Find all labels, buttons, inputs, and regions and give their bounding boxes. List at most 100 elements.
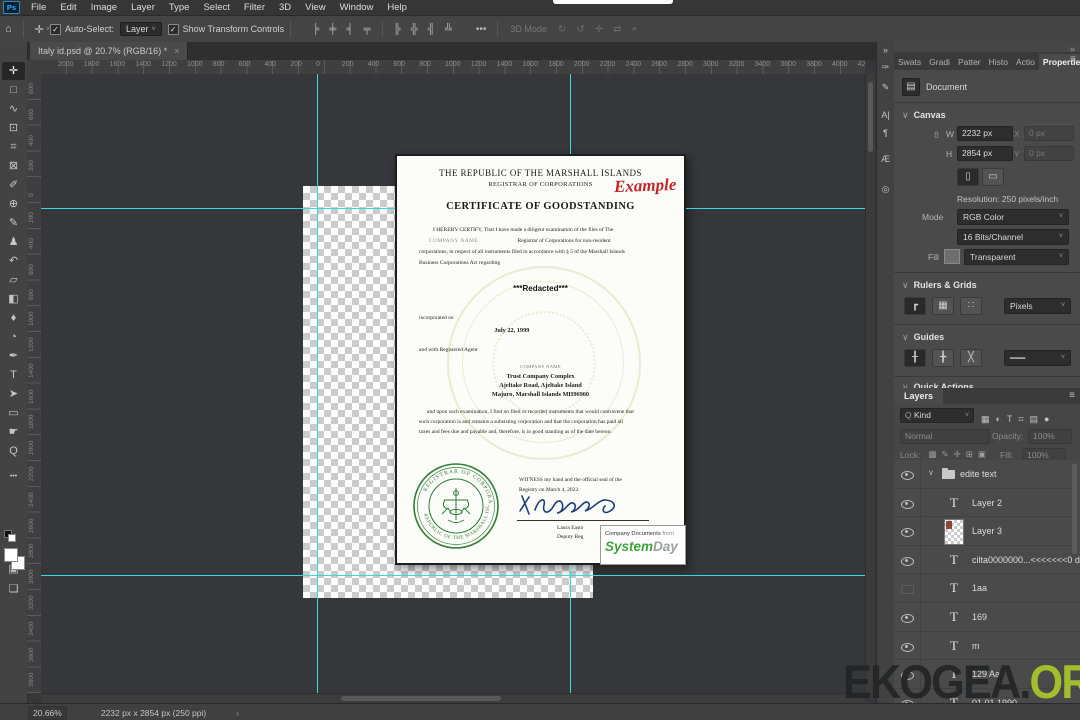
visibility-cell[interactable] bbox=[894, 460, 921, 488]
hand-tool[interactable]: ☛ bbox=[2, 423, 25, 441]
distribute-icon[interactable]: ╩ bbox=[440, 24, 457, 35]
visibility-cell[interactable] bbox=[894, 574, 921, 602]
paragraph-panel-icon[interactable]: ¶ bbox=[877, 128, 894, 138]
smart-guides-button[interactable]: ╳ bbox=[960, 349, 982, 367]
lock-icon[interactable]: ✎ bbox=[942, 449, 949, 459]
guide-horizontal[interactable] bbox=[686, 208, 865, 209]
visibility-cell[interactable] bbox=[894, 488, 921, 517]
document-tab[interactable]: Italy id.psd @ 20.7% (RGB/16) * × bbox=[30, 42, 189, 60]
tab-layers[interactable]: Layers bbox=[894, 388, 944, 404]
link-dimensions-icon[interactable]: 8 bbox=[934, 130, 939, 140]
layer-row[interactable]: Layer 3 bbox=[894, 517, 1080, 546]
align-icon[interactable]: ╪ bbox=[324, 24, 341, 35]
auto-select-target-dropdown[interactable]: Layer ˅ bbox=[120, 22, 162, 36]
eye-icon[interactable] bbox=[901, 642, 914, 652]
panel-collapse-icon[interactable]: » bbox=[877, 45, 894, 55]
auto-select-checkbox[interactable]: ✓ bbox=[49, 23, 61, 35]
eraser-tool[interactable]: ▱ bbox=[2, 271, 25, 289]
tab-swats[interactable]: Swats bbox=[894, 54, 925, 70]
toolbar-more[interactable]: ••• bbox=[2, 468, 25, 486]
canvas-width-field[interactable]: 2232 px bbox=[957, 126, 1013, 141]
tab-histo[interactable]: Histo bbox=[985, 54, 1012, 70]
default-colors-icon[interactable] bbox=[8, 534, 16, 542]
canvas-height-field[interactable]: 2854 px bbox=[957, 146, 1013, 161]
align-icon[interactable]: ╞ bbox=[307, 24, 324, 35]
menu-layer[interactable]: Layer bbox=[124, 2, 162, 13]
visibility-cell[interactable] bbox=[894, 631, 921, 660]
lock-icon[interactable]: ✛ bbox=[954, 449, 961, 459]
dodge-tool[interactable]: ◔ bbox=[2, 328, 25, 346]
show-transform-checkbox[interactable]: ✓ bbox=[167, 23, 179, 35]
layer-name[interactable]: Layer 2 bbox=[972, 498, 1002, 508]
layer-row[interactable]: T Layer 2 bbox=[894, 488, 1080, 518]
brush-settings-panel-icon[interactable]: ✎ bbox=[877, 82, 894, 93]
eye-icon[interactable] bbox=[901, 499, 914, 509]
blend-mode-dropdown[interactable]: Normal bbox=[900, 429, 990, 444]
layer-row[interactable]: T 01.01.1990 bbox=[894, 688, 1080, 704]
visibility-cell[interactable] bbox=[894, 517, 921, 545]
status-chevron-icon[interactable]: › bbox=[236, 708, 239, 718]
menu-view[interactable]: View bbox=[298, 2, 332, 13]
lock-icon[interactable]: ▩ bbox=[929, 449, 937, 459]
distribute-icon[interactable]: ╣ bbox=[423, 24, 440, 35]
eye-icon[interactable] bbox=[901, 613, 914, 623]
blur-tool[interactable]: ♦ bbox=[2, 309, 25, 327]
lock-icon[interactable]: ▣ bbox=[978, 449, 986, 459]
panel-menu-icon[interactable]: ≡ bbox=[1070, 54, 1076, 65]
layer-name[interactable]: edite text bbox=[960, 469, 997, 479]
character-panel-icon[interactable]: A| bbox=[877, 110, 894, 120]
brush-tool[interactable]: ✎ bbox=[2, 214, 25, 232]
visibility-cell[interactable] bbox=[894, 545, 921, 574]
visibility-cell[interactable] bbox=[894, 660, 921, 688]
healing-brush-tool[interactable]: ⊕ bbox=[2, 195, 25, 213]
tab-patter[interactable]: Patter bbox=[954, 54, 985, 70]
layer-thumbnail[interactable] bbox=[944, 519, 964, 546]
layers-scrollbar[interactable] bbox=[1072, 464, 1077, 554]
menu-file[interactable]: File bbox=[24, 2, 53, 13]
grid-toggle-button[interactable]: ▦ bbox=[932, 297, 954, 315]
zoom-tool[interactable]: Q bbox=[2, 442, 25, 460]
pixel-grid-toggle-button[interactable]: ∷ bbox=[960, 297, 982, 315]
align-icon[interactable]: ╡ bbox=[341, 24, 358, 35]
tab-actio[interactable]: Actio bbox=[1012, 54, 1039, 70]
certificate-document[interactable]: THE REPUBLIC OF THE MARSHALL ISLANDS REG… bbox=[395, 154, 686, 565]
move-tool[interactable]: ✛ bbox=[2, 62, 25, 80]
layer-name[interactable]: 1aa bbox=[972, 583, 987, 593]
fill-swatch[interactable] bbox=[944, 249, 960, 264]
lock-icon[interactable]: ⊞ bbox=[966, 449, 973, 459]
layer-name[interactable]: m bbox=[972, 641, 980, 651]
history-brush-tool[interactable]: ↶ bbox=[2, 252, 25, 270]
color-mode-dropdown[interactable]: RGB Color ˅ bbox=[957, 209, 1069, 225]
home-icon[interactable]: ⌂ bbox=[0, 23, 17, 35]
layer-row[interactable]: Tm bbox=[894, 631, 1080, 661]
ruler-toggle-button[interactable]: ┏ bbox=[904, 297, 926, 315]
guides-section-header[interactable]: ∨ Guides bbox=[902, 332, 944, 343]
guide-vertical[interactable] bbox=[317, 74, 318, 693]
canvas-vertical-scrollbar[interactable] bbox=[865, 74, 875, 693]
eye-icon[interactable] bbox=[901, 471, 914, 480]
layer-row[interactable]: Tcilta0000000...<<<<<<<0 d bbox=[894, 545, 1080, 575]
eye-icon[interactable] bbox=[901, 528, 914, 538]
layer-name[interactable]: 169 bbox=[972, 612, 987, 622]
canvas-section-header[interactable]: ∨ Canvas bbox=[902, 110, 946, 121]
bit-depth-dropdown[interactable]: 16 Bits/Channel ˅ bbox=[957, 229, 1069, 245]
layer-filter-icon[interactable]: T bbox=[1007, 414, 1013, 424]
eye-icon[interactable] bbox=[901, 556, 914, 566]
menu-help[interactable]: Help bbox=[380, 2, 414, 13]
ruler-horizontal[interactable]: 2000 1800 1600 1400 1200 1000 800 600 400 200 0 200… bbox=[41, 60, 865, 75]
frame-tool[interactable]: ⊠ bbox=[2, 157, 25, 175]
shape-tool[interactable]: ▭ bbox=[2, 404, 25, 422]
layer-filter-icon[interactable]: ● bbox=[1044, 414, 1049, 424]
ruler-units-dropdown[interactable]: Pixels ˅ bbox=[1004, 298, 1071, 314]
guide-horizontal[interactable] bbox=[41, 575, 865, 576]
eye-icon[interactable] bbox=[901, 671, 914, 681]
align-icon[interactable]: ╤ bbox=[358, 24, 375, 35]
screen-mode[interactable]: ❏ bbox=[2, 580, 25, 598]
lasso-tool[interactable]: ∿ bbox=[2, 100, 25, 118]
layer-name[interactable]: Layer 3 bbox=[972, 526, 1002, 536]
gradient-tool[interactable]: ◧ bbox=[2, 290, 25, 308]
menu-image[interactable]: Image bbox=[84, 2, 124, 13]
layer-filter-icon[interactable]: ◐ bbox=[996, 414, 1001, 424]
opacity-field[interactable]: 100% bbox=[1028, 429, 1072, 444]
eye-hidden-icon[interactable] bbox=[901, 585, 914, 595]
